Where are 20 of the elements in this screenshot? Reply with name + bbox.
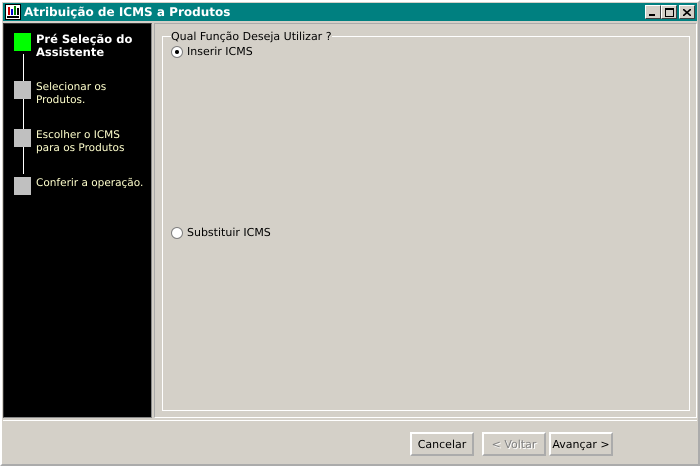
group-title: Qual Função Deseja Utilizar ?: [171, 30, 332, 43]
close-icon: [683, 8, 691, 16]
radio-option[interactable]: Substituir ICMS: [171, 226, 681, 239]
wizard-button[interactable]: Cancelar: [410, 432, 474, 456]
radio-option[interactable]: Inserir ICMS: [171, 45, 681, 58]
radio-label: Inserir ICMS: [187, 45, 253, 58]
wizard-button[interactable]: Avançar >: [549, 432, 613, 456]
radio-button[interactable]: [171, 226, 183, 238]
step-label: Pré Seleção do Assistente: [36, 33, 134, 59]
radio-label: Substituir ICMS: [187, 226, 271, 239]
step-label: Conferir a operação.: [36, 177, 144, 190]
close-button[interactable]: [679, 5, 695, 19]
radio-button[interactable]: [171, 46, 183, 58]
step-label: Escolher o ICMS para os Produtos: [36, 129, 126, 155]
maximize-icon: [664, 8, 674, 16]
minimize-button[interactable]: [645, 5, 661, 19]
window-title: Atribuição de ICMS a Produtos: [24, 5, 230, 19]
maximize-button[interactable]: [661, 5, 677, 19]
step-label: Selecionar os Produtos.: [36, 81, 108, 107]
app-icon: [5, 4, 21, 20]
